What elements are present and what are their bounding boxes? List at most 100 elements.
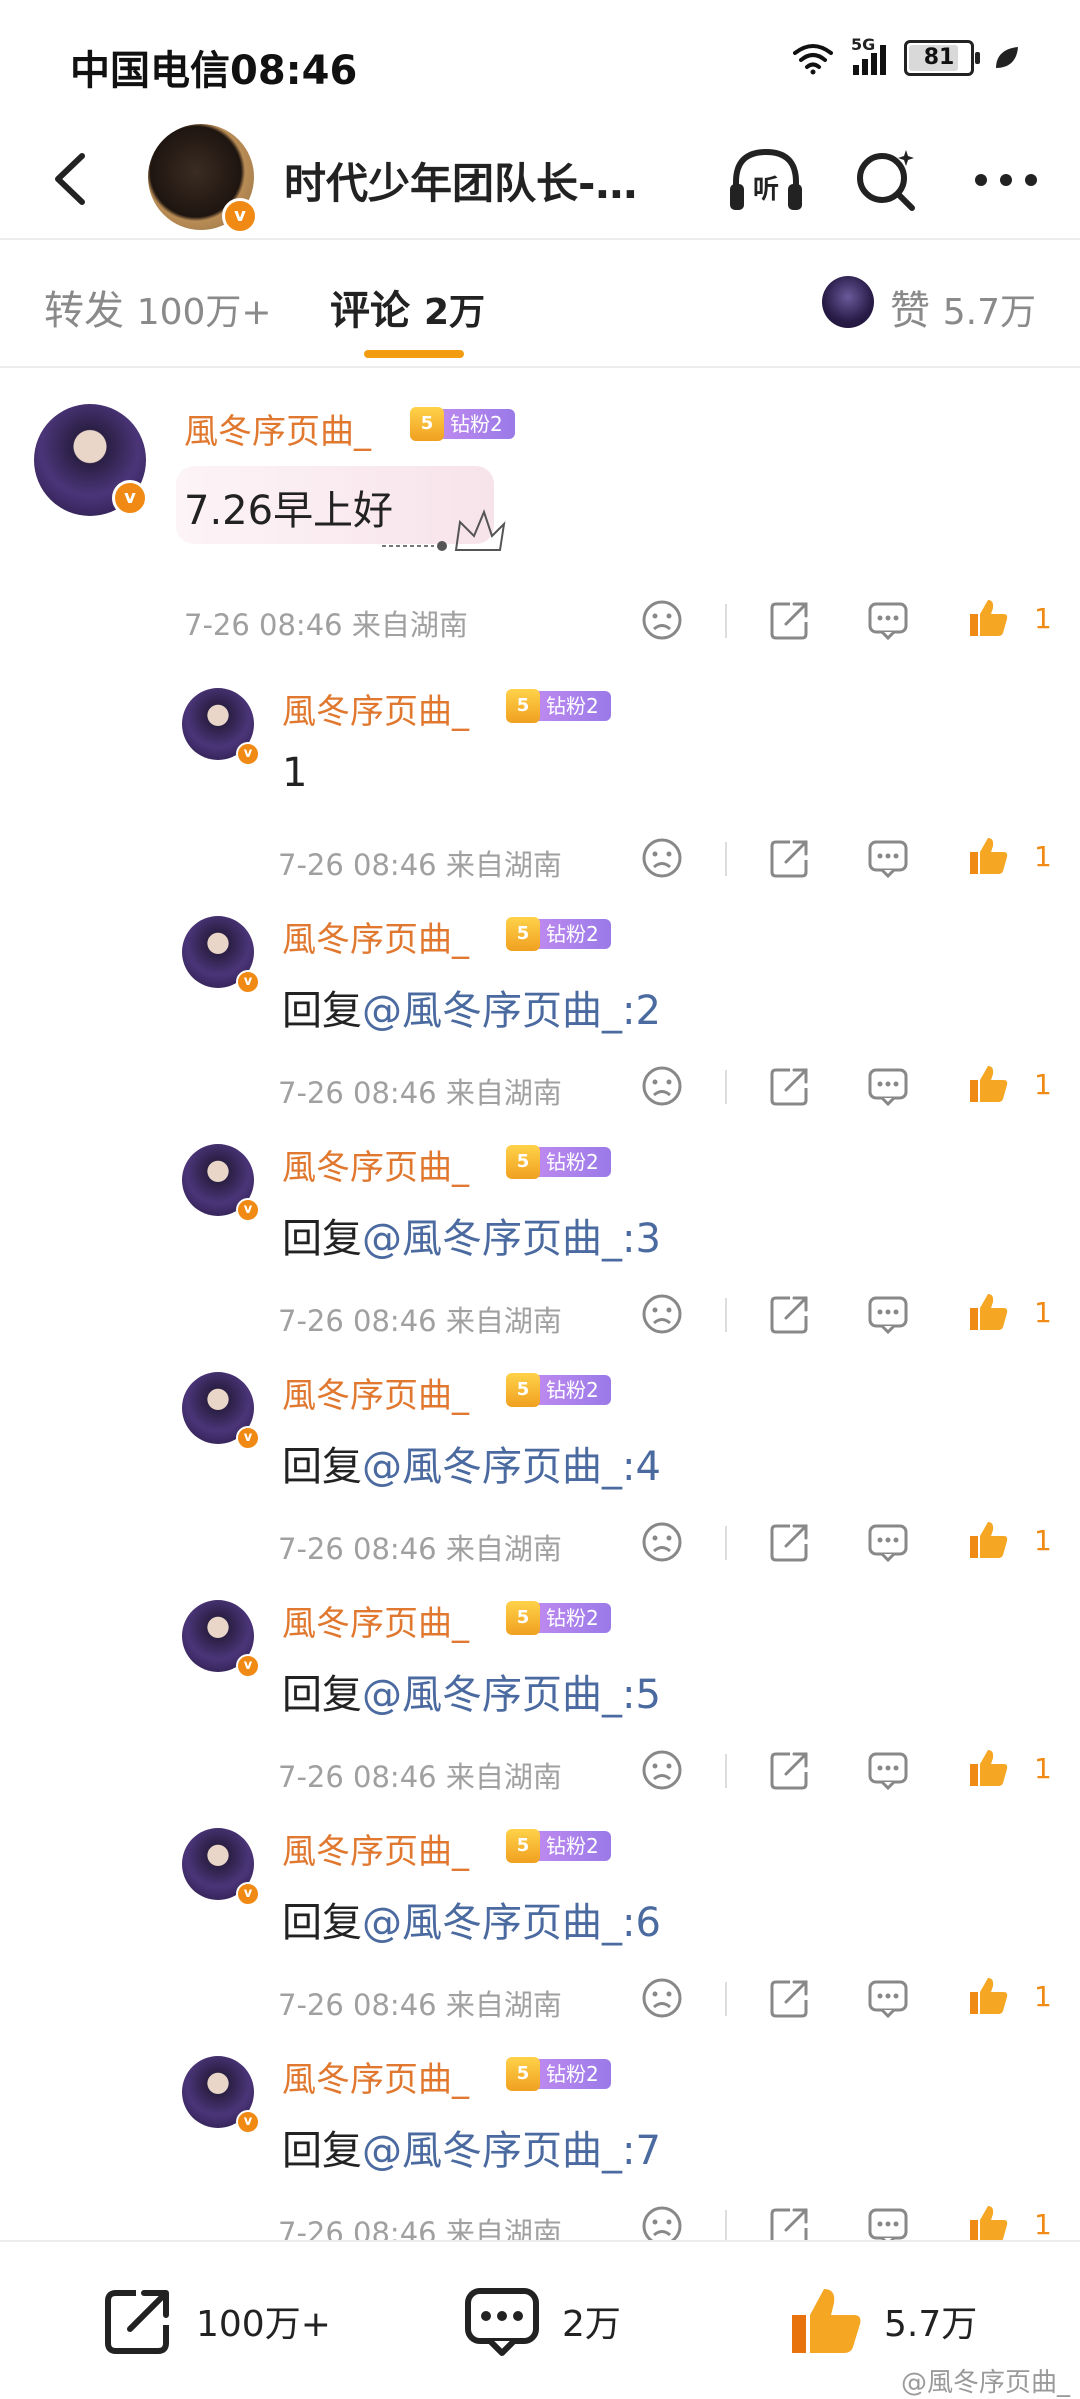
reply-button[interactable] bbox=[866, 836, 910, 880]
signal-icon: 5G bbox=[851, 35, 886, 75]
commenter-avatar[interactable]: v bbox=[182, 1144, 260, 1222]
reply-button[interactable] bbox=[866, 1064, 910, 1108]
comment-icon bbox=[868, 1980, 908, 2019]
verified-badge-icon: v bbox=[236, 742, 260, 766]
comment-count: 2万 bbox=[562, 2303, 621, 2345]
reply-prefix: 回复 bbox=[282, 988, 362, 1034]
share-button[interactable] bbox=[768, 1976, 812, 2020]
author-name[interactable]: 时代少年团队长-… bbox=[284, 150, 664, 211]
fan-badge: 5 钻粉2 bbox=[506, 916, 611, 952]
comment-text: 1 bbox=[282, 750, 308, 796]
mention-link[interactable]: @風冬序页曲_:2 bbox=[362, 988, 661, 1034]
header: v 时代少年团队长-… 听 bbox=[0, 120, 1080, 238]
comment-text: 回复@風冬序页曲_:6 bbox=[282, 1890, 661, 1948]
like-button[interactable] bbox=[966, 1062, 1010, 1106]
commenter-name[interactable]: 風冬序页曲_ bbox=[282, 684, 469, 733]
comment-meta: 7-26 08:46 来自湖南 bbox=[278, 1304, 562, 1338]
dislike-button[interactable] bbox=[640, 598, 684, 642]
reply-button[interactable] bbox=[866, 1520, 910, 1564]
commenter-avatar[interactable]: v bbox=[34, 404, 148, 516]
dislike-button[interactable] bbox=[640, 2204, 684, 2240]
share-icon bbox=[770, 1524, 808, 1562]
sad-face-icon bbox=[642, 1294, 682, 1334]
like-button[interactable] bbox=[966, 1974, 1010, 2018]
commenter-name[interactable]: 風冬序页曲_ bbox=[282, 1596, 469, 1645]
like-button[interactable] bbox=[966, 834, 1010, 878]
like-count: 1 bbox=[1034, 602, 1052, 635]
share-button[interactable] bbox=[768, 598, 812, 642]
tab-comments[interactable]: 评论 2万 bbox=[330, 278, 485, 336]
headphones-icon: 听 bbox=[730, 148, 802, 210]
mention-link[interactable]: @風冬序页曲_:7 bbox=[362, 2128, 661, 2174]
sad-face-icon bbox=[642, 600, 682, 640]
repost-button[interactable]: 100万+ bbox=[100, 2242, 331, 2399]
more-button[interactable] bbox=[966, 142, 1046, 218]
author-avatar[interactable]: v bbox=[148, 124, 258, 234]
commenter-avatar[interactable]: v bbox=[182, 1600, 260, 1678]
commenter-name[interactable]: 風冬序页曲_ bbox=[282, 1824, 469, 1873]
like-button[interactable] bbox=[966, 1290, 1010, 1334]
like-button[interactable] bbox=[966, 596, 1010, 640]
reply-button[interactable] bbox=[866, 598, 910, 642]
more-dots-icon bbox=[975, 174, 1037, 186]
thumbs-up-icon bbox=[970, 838, 1008, 874]
like-button[interactable] bbox=[966, 1746, 1010, 1790]
like-button[interactable] bbox=[966, 1518, 1010, 1562]
share-button[interactable] bbox=[768, 1520, 812, 1564]
dislike-button[interactable] bbox=[640, 836, 684, 880]
share-button[interactable] bbox=[768, 1748, 812, 1792]
comment-item: v 風冬序页曲_ 5 钻粉2 7.26早上好 7-26 08:46 来自湖南 1 bbox=[0, 368, 1080, 668]
sad-face-icon bbox=[642, 1066, 682, 1106]
verified-badge-icon: v bbox=[236, 1654, 260, 1678]
share-icon bbox=[770, 840, 808, 878]
commenter-name[interactable]: 風冬序页曲_ bbox=[282, 1140, 469, 1189]
share-button[interactable] bbox=[768, 1292, 812, 1336]
commenter-name[interactable]: 風冬序页曲_ bbox=[184, 404, 371, 453]
commenter-name[interactable]: 風冬序页曲_ bbox=[282, 912, 469, 961]
comment-meta: 7-26 08:46 来自湖南 bbox=[278, 848, 562, 882]
tab-repost[interactable]: 转发 100万+ bbox=[44, 278, 272, 336]
dislike-button[interactable] bbox=[640, 1976, 684, 2020]
commenter-name[interactable]: 風冬序页曲_ bbox=[282, 2052, 469, 2101]
share-button[interactable] bbox=[768, 836, 812, 880]
dislike-button[interactable] bbox=[640, 1064, 684, 1108]
commenter-avatar[interactable]: v bbox=[182, 2056, 260, 2134]
reply-button[interactable] bbox=[866, 1976, 910, 2020]
search-button[interactable] bbox=[846, 142, 926, 218]
comment-text: 回复@風冬序页曲_:3 bbox=[282, 1206, 661, 1264]
comment-text: 回复@風冬序页曲_:2 bbox=[282, 978, 661, 1036]
share-button[interactable] bbox=[768, 1064, 812, 1108]
tab-repost-label: 转发 bbox=[44, 288, 124, 334]
commenter-name[interactable]: 風冬序页曲_ bbox=[282, 1368, 469, 1417]
mention-link[interactable]: @風冬序页曲_:6 bbox=[362, 1900, 661, 1946]
like-button[interactable] bbox=[966, 2202, 1010, 2240]
comment-icon bbox=[868, 1296, 908, 1335]
reply-button[interactable] bbox=[866, 2204, 910, 2240]
listen-button[interactable]: 听 bbox=[726, 142, 806, 218]
commenter-avatar[interactable]: v bbox=[182, 916, 260, 994]
comment-meta: 7-26 08:46 来自湖南 bbox=[184, 608, 468, 642]
comment-button[interactable]: 2万 bbox=[462, 2242, 621, 2399]
thumbs-up-icon bbox=[970, 1978, 1008, 2014]
share-button[interactable] bbox=[768, 2204, 812, 2240]
reply-button[interactable] bbox=[866, 1292, 910, 1336]
comment-icon bbox=[868, 1752, 908, 1791]
back-button[interactable] bbox=[36, 144, 106, 214]
dislike-button[interactable] bbox=[640, 1748, 684, 1792]
reply-item: v 風冬序页曲_ 5 钻粉2 回复@風冬序页曲_:7 7-26 08:46 来自… bbox=[0, 2036, 1080, 2240]
dislike-button[interactable] bbox=[640, 1292, 684, 1336]
commenter-avatar[interactable]: v bbox=[182, 1828, 260, 1906]
comment-meta: 7-26 08:46 来自湖南 bbox=[278, 1760, 562, 1794]
reply-button[interactable] bbox=[866, 1748, 910, 1792]
comment-icon bbox=[868, 602, 908, 641]
mention-link[interactable]: @風冬序页曲_:3 bbox=[362, 1216, 661, 1262]
mention-link[interactable]: @風冬序页曲_:4 bbox=[362, 1444, 661, 1490]
mention-link[interactable]: @風冬序页曲_:5 bbox=[362, 1672, 661, 1718]
repost-count: 100万+ bbox=[196, 2303, 331, 2345]
tab-likes[interactable]: 赞 5.7万 bbox=[890, 278, 1036, 336]
status-bar: 中国电信08:46 5G 81 bbox=[0, 0, 1080, 120]
commenter-avatar[interactable]: v bbox=[182, 688, 260, 766]
fan-badge: 5 钻粉2 bbox=[506, 688, 611, 724]
commenter-avatar[interactable]: v bbox=[182, 1372, 260, 1450]
dislike-button[interactable] bbox=[640, 1520, 684, 1564]
